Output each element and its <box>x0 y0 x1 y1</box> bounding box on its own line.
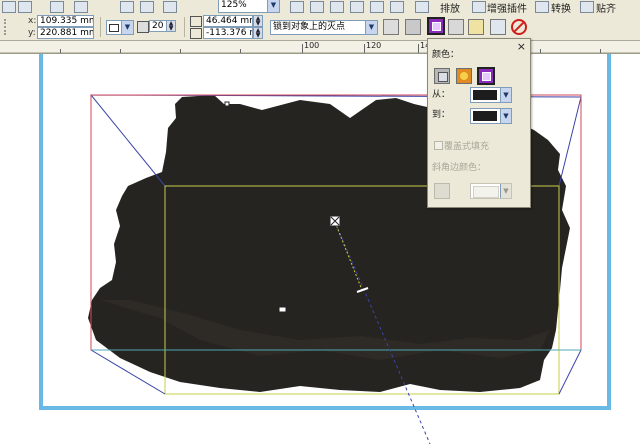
y-position-field[interactable]: 220.881 mm <box>37 27 94 39</box>
redo-icon[interactable] <box>74 1 88 13</box>
ruler-tick-label: 120 <box>366 41 382 50</box>
extrude-rotation-button[interactable] <box>405 19 421 35</box>
to-label: 到： <box>432 110 451 120</box>
to-color-picker[interactable]: ▼ <box>470 108 512 124</box>
from-color-picker[interactable]: ▼ <box>470 87 512 103</box>
separator <box>184 17 185 37</box>
vanishing-point-y-field[interactable]: -113.376 mm <box>203 27 253 39</box>
property-bar: x: y: 109.335 mm 220.881 mm ▼ 20 ▲ ▼ 46.4… <box>0 14 640 41</box>
chevron-down-icon: ▼ <box>500 88 511 102</box>
bevel-button[interactable] <box>448 19 464 35</box>
separator <box>100 17 101 37</box>
import-icon[interactable] <box>120 1 134 13</box>
zoom-width-icon[interactable] <box>390 1 404 13</box>
y-label: y: <box>28 28 36 38</box>
color-shading-icon <box>482 72 491 81</box>
vp-lock-button[interactable] <box>383 19 399 35</box>
chevron-down-icon: ▼ <box>121 21 133 34</box>
drawing-svg <box>0 54 640 444</box>
new-file-icon[interactable] <box>2 1 16 13</box>
zoom-selection-icon[interactable] <box>350 1 364 13</box>
vanishing-point-mode-value: 锁到对象上的灭点 <box>273 22 346 32</box>
use-solid-color-button[interactable] <box>456 68 472 84</box>
from-label: 从： <box>432 90 451 100</box>
use-object-fill-button[interactable] <box>434 68 450 84</box>
save-icon[interactable] <box>18 1 32 13</box>
menu-snap[interactable]: 贴齐 <box>596 0 616 14</box>
undo-icon[interactable] <box>50 1 64 13</box>
depth-spinner[interactable]: ▲ ▼ <box>166 20 176 32</box>
vanishing-point-mode-select[interactable]: 锁到对象上的灭点 ▼ <box>270 20 378 35</box>
copy-extrude-button[interactable] <box>490 19 506 35</box>
vanishing-point-x-field[interactable]: 46.464 mm <box>203 15 253 27</box>
vanishing-point-y-icon <box>190 28 202 39</box>
chevron-down-icon: ▼ <box>500 109 511 123</box>
depth-icon <box>137 21 149 33</box>
vp-y-spinner[interactable]: ▲ ▼ <box>253 27 263 39</box>
clear-slash <box>513 21 525 33</box>
x-position-field[interactable]: 109.335 mm <box>37 15 94 27</box>
solid-color-icon <box>460 72 468 80</box>
zoom-page-icon[interactable] <box>370 1 384 13</box>
node-handle <box>224 101 230 107</box>
clear-extrude-icon[interactable] <box>511 19 527 35</box>
bevel-color-picker[interactable]: ▼ <box>470 183 512 199</box>
zoom-fit-icon[interactable] <box>330 1 344 13</box>
to-color-swatch <box>473 111 497 121</box>
extrusion-type-select[interactable]: ▼ <box>106 20 134 35</box>
convert-icon[interactable] <box>535 1 549 13</box>
menu-arrange[interactable]: 排放 <box>440 0 460 14</box>
chevron-down-icon: ▼ <box>500 184 511 198</box>
ruler-tick-label: 100 <box>304 41 320 50</box>
zoom-level-value: 125% <box>221 0 247 10</box>
export-icon[interactable] <box>140 1 154 13</box>
zoom-in-icon[interactable] <box>290 1 304 13</box>
extrude-color-popup: × 颜色： 从： ▼ 到： ▼ 覆盖式填充 斜角边颜色： ▼ <box>427 38 531 208</box>
bevel-color-swatch <box>473 186 499 198</box>
from-color-swatch <box>473 90 497 100</box>
extrude-type-icon <box>109 24 119 32</box>
depth-field[interactable]: 20 <box>149 20 167 32</box>
toolbar-grip[interactable] <box>4 19 14 35</box>
snap-icon[interactable] <box>580 1 594 13</box>
color-heading: 颜色： <box>432 50 460 60</box>
menu-enhance-plugin[interactable]: 增强插件 <box>487 0 527 14</box>
zoom-level-select[interactable]: 125% ▼ <box>218 0 280 13</box>
vp-x-spinner[interactable]: ▲ ▼ <box>253 15 263 27</box>
object-fill-icon <box>438 72 448 82</box>
extrude-color-button[interactable] <box>427 17 445 35</box>
chevron-down-icon: ▼ <box>267 0 279 12</box>
publish-icon[interactable] <box>163 1 177 13</box>
center-marker <box>278 306 287 313</box>
bevel-color-label: 斜角边颜色： <box>432 163 487 173</box>
arrange-icon[interactable] <box>415 1 429 13</box>
x-label: x: <box>28 16 37 26</box>
chevron-down-icon: ▼ <box>365 21 377 34</box>
use-color-shading-button[interactable] <box>477 67 495 85</box>
overlay-fill-checkbox[interactable] <box>434 141 443 150</box>
color-icon <box>432 22 441 31</box>
horizontal-ruler[interactable]: 100 120 140 <box>0 41 640 54</box>
drawing-canvas[interactable] <box>0 54 640 444</box>
menu-convert[interactable]: 转换 <box>551 0 571 14</box>
plugin-icon[interactable] <box>472 1 486 13</box>
lighting-button[interactable] <box>468 19 484 35</box>
ruler-base <box>0 52 640 53</box>
vanishing-point-x-icon <box>190 16 202 27</box>
close-icon[interactable]: × <box>517 40 526 53</box>
overlay-fill-label: 覆盖式填充 <box>444 142 490 152</box>
zoom-out-icon[interactable] <box>310 1 324 13</box>
bevel-use-fill-button[interactable] <box>434 183 450 199</box>
standard-toolbar: 125% ▼ 排放 增强插件 转换 贴齐 <box>0 0 640 15</box>
